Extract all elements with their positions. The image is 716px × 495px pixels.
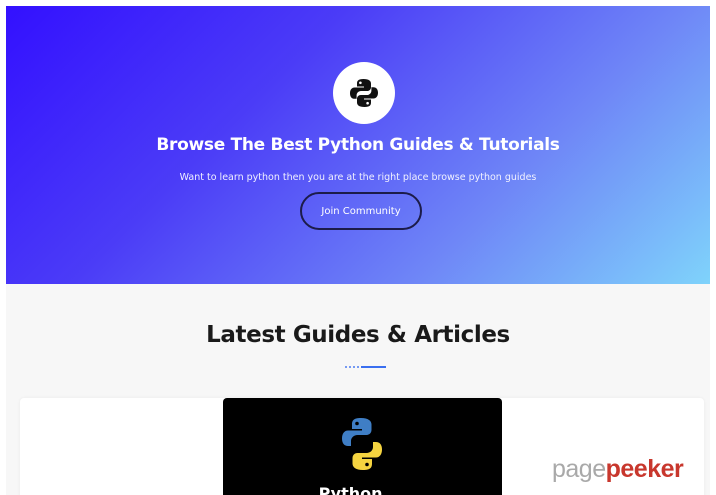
pagepeeker-watermark: pagepeeker — [552, 455, 684, 484]
python-logo-icon — [342, 418, 382, 470]
hero-banner: Browse The Best Python Guides & Tutorial… — [6, 6, 710, 284]
join-community-button[interactable]: Join Community — [300, 192, 422, 230]
watermark-part2: peeker — [605, 455, 684, 483]
divider-dot — [345, 366, 347, 368]
article-card-image[interactable]: Python ... — [223, 398, 502, 495]
divider-bar — [361, 366, 386, 368]
divider-dot — [357, 366, 359, 368]
python-logo-icon[interactable] — [333, 62, 395, 124]
article-card-image-caption: Python ... — [318, 484, 407, 495]
python-logo-svg — [350, 79, 378, 107]
section-divider — [342, 366, 386, 368]
hero-title: Browse The Best Python Guides & Tutorial… — [156, 135, 560, 155]
section-title: Latest Guides & Articles — [206, 322, 510, 348]
page: Browse The Best Python Guides & Tutorial… — [0, 0, 716, 495]
divider-dot — [349, 366, 351, 368]
hero-subtitle: Want to learn python then you are at the… — [179, 172, 537, 183]
watermark-part1: page — [552, 455, 606, 483]
divider-dot — [353, 366, 355, 368]
